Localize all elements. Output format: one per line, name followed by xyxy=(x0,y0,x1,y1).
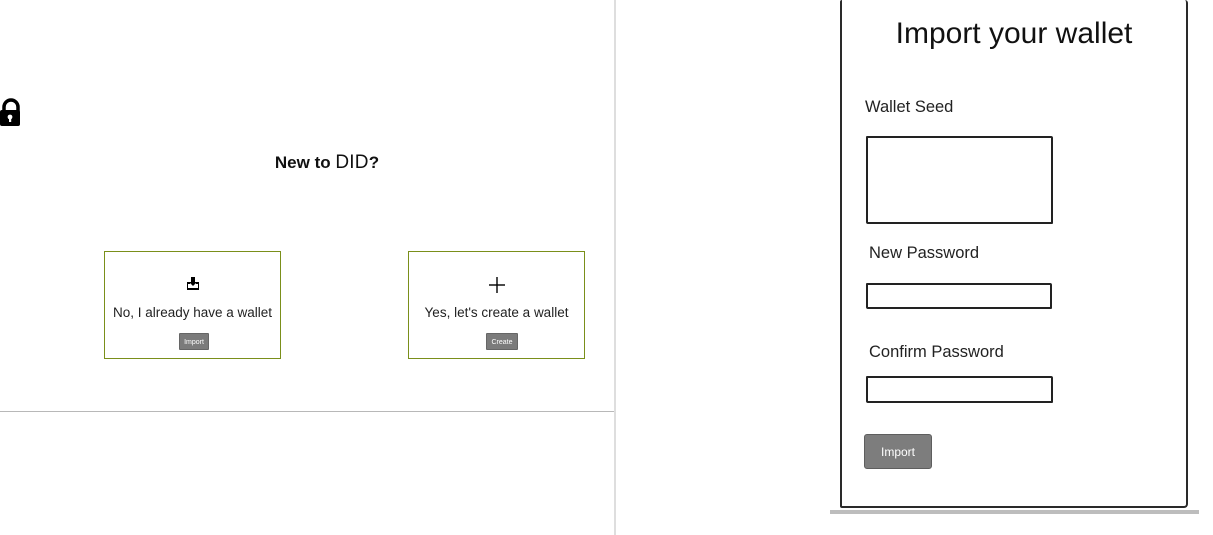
panel-shadow xyxy=(830,510,1199,514)
new-password-input[interactable] xyxy=(866,283,1052,309)
new-password-label: New Password xyxy=(869,244,980,262)
title-brand: DID xyxy=(335,152,369,173)
plus-icon xyxy=(409,276,584,294)
onboarding-pane: New to DID? No, I already have a wallet … xyxy=(0,0,614,535)
panel-title: Import your wallet xyxy=(895,17,1133,50)
inbox-download-icon xyxy=(105,276,280,294)
pane-divider xyxy=(614,0,616,535)
confirm-password-label: Confirm Password xyxy=(869,343,1004,361)
wallet-seed-label: Wallet Seed xyxy=(865,98,954,116)
lock-icon xyxy=(0,98,20,126)
section-divider xyxy=(0,411,614,412)
title-suffix: ? xyxy=(368,153,380,172)
import-wallet-card[interactable]: No, I already have a wallet Import xyxy=(104,251,281,359)
wallet-seed-input[interactable] xyxy=(866,136,1053,224)
import-button[interactable]: Import xyxy=(179,333,209,350)
submit-import-button[interactable]: Import xyxy=(864,434,932,469)
title-prefix: New to xyxy=(274,153,331,172)
import-card-label: No, I already have a wallet xyxy=(112,305,273,320)
create-card-label: Yes, let's create a wallet xyxy=(424,305,569,320)
create-wallet-card[interactable]: Yes, let's create a wallet Create xyxy=(408,251,585,359)
create-button[interactable]: Create xyxy=(486,333,518,350)
confirm-password-input[interactable] xyxy=(866,376,1053,403)
page-title: New to DID? xyxy=(200,152,454,174)
import-wallet-panel: Import your wallet Wallet Seed New Passw… xyxy=(840,0,1188,508)
